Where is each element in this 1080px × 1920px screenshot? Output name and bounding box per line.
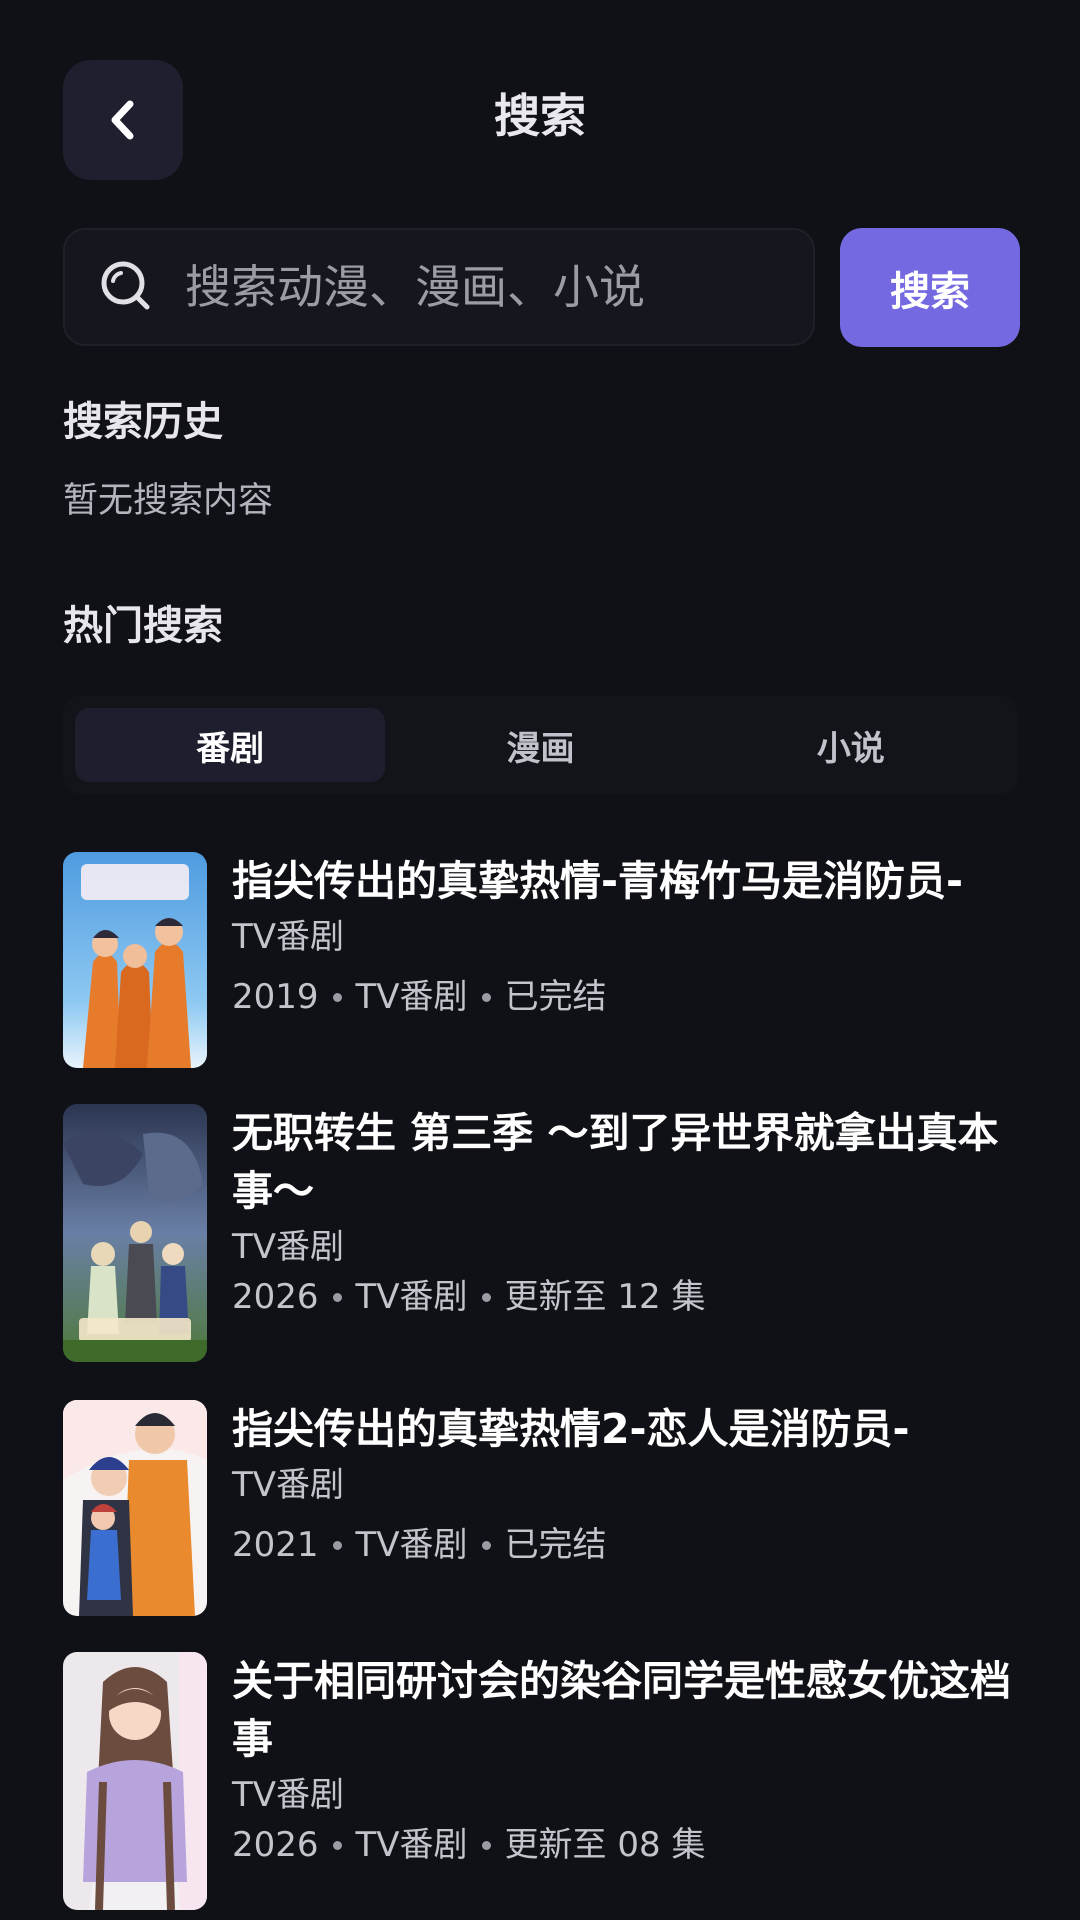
result-subtitle: TV番剧 [232, 1465, 345, 1505]
search-history-empty: 暂无搜索内容 [63, 481, 274, 521]
result-title: 指尖传出的真挚热情-青梅竹马是消防员- [232, 857, 964, 905]
list-item[interactable]: 指尖传出的真挚热情-青梅竹马是消防员- TV番剧 2019 TV番剧 已完结 [63, 852, 1018, 1068]
result-status: 更新至 08 集 [504, 1825, 706, 1865]
result-subtitle: TV番剧 [232, 917, 345, 957]
result-title: 指尖传出的真挚热情2-恋人是消防员- [232, 1405, 910, 1453]
search-page: 搜索 搜索 搜索历史 暂无搜索内容 热门搜索 番剧 漫画 小说 [0, 0, 1080, 1920]
result-status: 已完结 [504, 977, 607, 1017]
result-meta: 2021 TV番剧 已完结 [232, 1520, 1032, 1570]
result-meta: 2026 TV番剧 更新至 12 集 [232, 1272, 1032, 1322]
result-meta: 2026 TV番剧 更新至 08 集 [232, 1820, 1032, 1870]
tab-novel[interactable]: 小说 [696, 708, 1006, 782]
cover-image [63, 852, 207, 1068]
result-year: 2019 [232, 977, 319, 1017]
separator-dot [481, 1840, 491, 1850]
separator-dot [332, 1540, 342, 1550]
separator-dot [332, 1292, 342, 1302]
cover-image [63, 1104, 207, 1362]
separator-dot [481, 1540, 491, 1550]
separator-dot [481, 1292, 491, 1302]
cover-image [63, 1652, 207, 1910]
separator-dot [481, 992, 491, 1002]
search-input[interactable] [183, 230, 813, 344]
result-subtitle: TV番剧 [232, 1775, 345, 1815]
result-status: 更新至 12 集 [504, 1277, 706, 1317]
result-year: 2021 [232, 1525, 319, 1565]
cover-image [63, 1400, 207, 1616]
result-type: TV番剧 [355, 1277, 468, 1317]
search-button[interactable]: 搜索 [840, 228, 1020, 347]
result-type: TV番剧 [355, 1825, 468, 1865]
tab-manga[interactable]: 漫画 [385, 708, 695, 782]
search-icon [101, 261, 150, 310]
search-history-title: 搜索历史 [63, 399, 223, 445]
result-type: TV番剧 [355, 977, 468, 1017]
list-item[interactable]: 指尖传出的真挚热情2-恋人是消防员- TV番剧 2021 TV番剧 已完结 [63, 1400, 1018, 1616]
result-subtitle: TV番剧 [232, 1227, 345, 1267]
search-box[interactable] [63, 228, 815, 346]
list-item[interactable]: 关于相同研讨会的染谷同学是性感女优这档事 TV番剧 2026 TV番剧 更新至 … [63, 1652, 1018, 1910]
tab-anime[interactable]: 番剧 [75, 708, 386, 782]
hot-search-title: 热门搜索 [63, 603, 223, 649]
result-year: 2026 [232, 1277, 319, 1317]
result-title: 关于相同研讨会的染谷同学是性感女优这档事 [232, 1657, 1011, 1763]
result-year: 2026 [232, 1825, 319, 1865]
separator-dot [332, 1840, 342, 1850]
page-title: 搜索 [494, 89, 586, 143]
category-tabs: 番剧 漫画 小说 [63, 696, 1018, 794]
result-type: TV番剧 [355, 1525, 468, 1565]
result-status: 已完结 [504, 1525, 607, 1565]
separator-dot [332, 992, 342, 1002]
result-title: 无职转生 第三季 ～到了异世界就拿出真本事～ [232, 1109, 999, 1215]
result-meta: 2019 TV番剧 已完结 [232, 972, 1032, 1022]
list-item[interactable]: 无职转生 第三季 ～到了异世界就拿出真本事～ TV番剧 2026 TV番剧 更新… [63, 1104, 1018, 1362]
